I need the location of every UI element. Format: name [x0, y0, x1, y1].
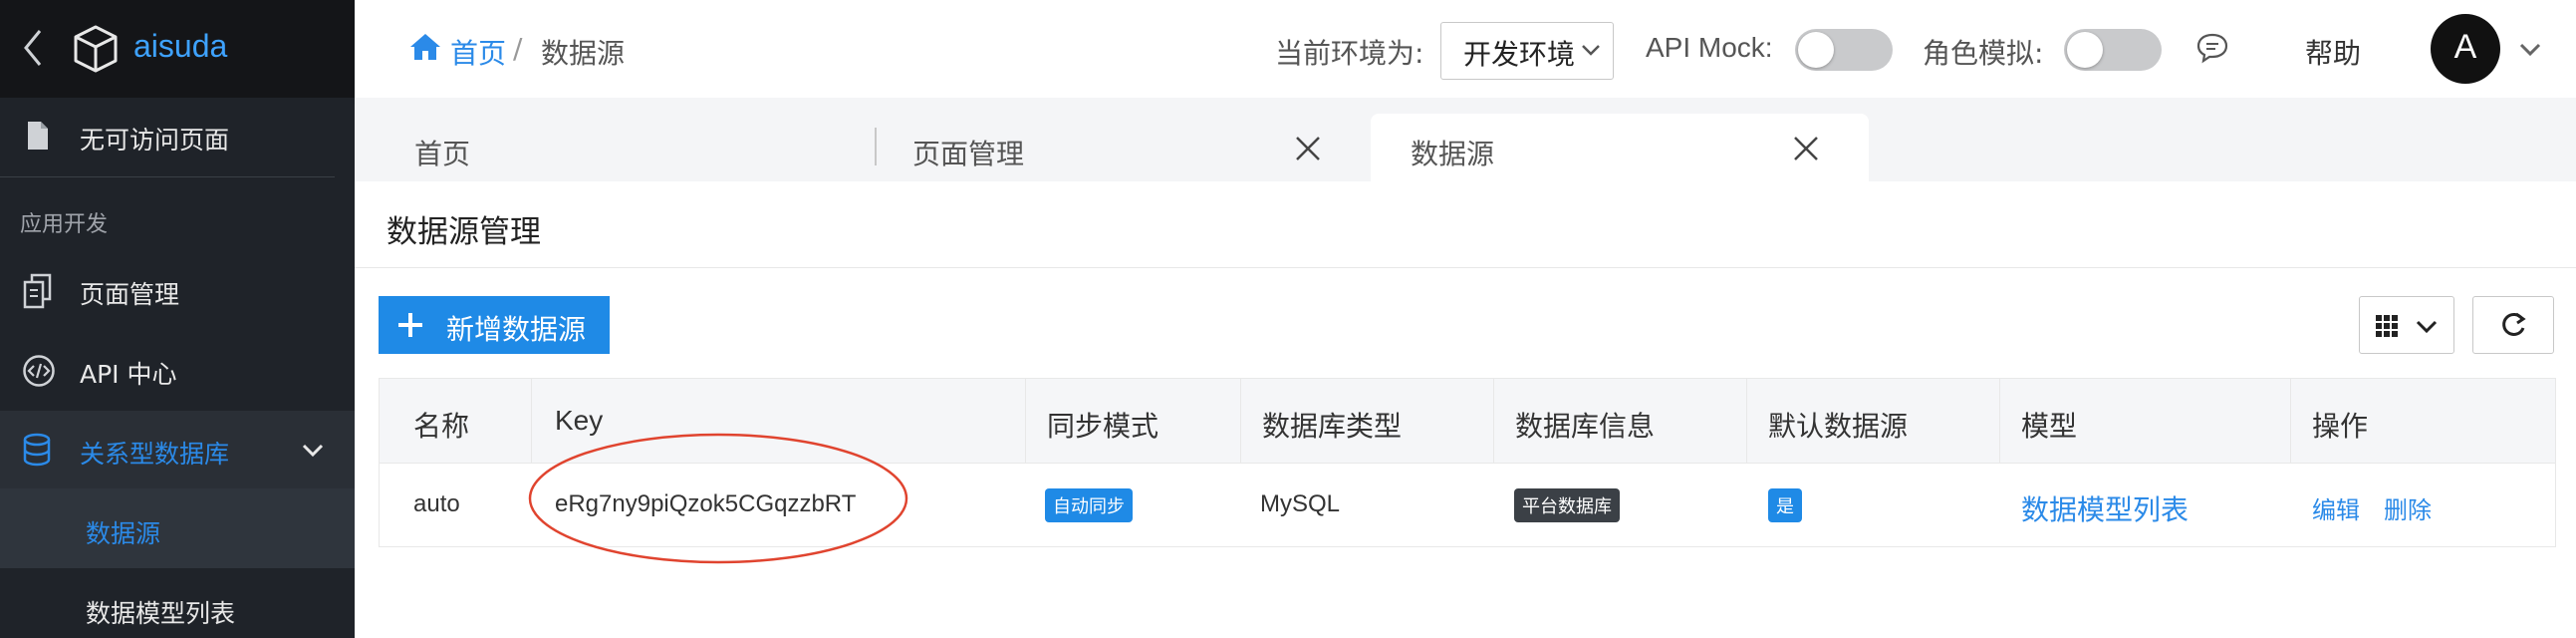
- sidebar-divider: [0, 176, 335, 177]
- avatar[interactable]: A: [2431, 14, 2500, 84]
- sidebar-item-relational-db[interactable]: 关系型数据库: [80, 435, 229, 471]
- col-divider: [1746, 379, 1747, 463]
- sidebar-item-api-center[interactable]: API 中心: [80, 355, 177, 391]
- database-icon: [22, 433, 52, 471]
- close-icon[interactable]: [1295, 136, 1321, 165]
- env-select[interactable]: 开发环境: [1440, 22, 1614, 80]
- help-link[interactable]: 帮助: [2305, 32, 2361, 72]
- breadcrumb-current: 数据源: [541, 37, 626, 70]
- breadcrumb-home[interactable]: 首页: [450, 32, 506, 72]
- sidebar-item-no-access[interactable]: 无可访问页面: [80, 121, 229, 157]
- sidebar-subitem-datasource[interactable]: 数据源: [86, 514, 160, 550]
- col-divider: [1493, 379, 1494, 463]
- api-mock-label: API Mock:: [1646, 32, 1773, 63]
- back-icon[interactable]: [22, 28, 44, 72]
- refresh-button[interactable]: [2472, 296, 2554, 354]
- db-info-badge: 平台数据库: [1514, 488, 1620, 522]
- data-model-list-link[interactable]: 数据模型列表: [2021, 488, 2189, 528]
- file-icon: [26, 120, 50, 156]
- tab-page-management[interactable]: 页面管理: [912, 133, 1024, 172]
- tab-datasource[interactable]: 数据源: [1411, 133, 1494, 172]
- close-icon[interactable]: [1793, 136, 1819, 165]
- grid-icon: [2376, 315, 2398, 341]
- col-header-db-info: 数据库信息: [1515, 410, 1656, 443]
- col-divider: [1025, 379, 1026, 463]
- edit-link[interactable]: 编辑: [2312, 490, 2360, 525]
- add-datasource-button[interactable]: 新增数据源: [379, 296, 610, 354]
- env-label: 当前环境为:: [1275, 37, 1424, 70]
- delete-link[interactable]: 删除: [2384, 490, 2432, 525]
- col-header-db-type: 数据库类型: [1262, 410, 1403, 443]
- col-divider: [2290, 379, 2291, 463]
- brand-name: aisuda: [133, 28, 228, 64]
- role-sim-label: 角色模拟:: [1923, 37, 2044, 70]
- pages-icon: [22, 273, 54, 313]
- plus-icon: [396, 311, 424, 343]
- cell-db-type: MySQL: [1260, 490, 1341, 517]
- sidebar-subitem-datasource-bg: [0, 488, 355, 568]
- toggle-knob: [2067, 32, 2103, 68]
- title-divider: [355, 267, 2576, 268]
- col-divider: [1240, 379, 1241, 463]
- col-header-name: 名称: [413, 410, 470, 443]
- col-header-sync-mode: 同步模式: [1047, 410, 1159, 443]
- home-icon[interactable]: [408, 32, 442, 66]
- tab-divider: [875, 128, 877, 165]
- avatar-letter: A: [2453, 28, 2477, 66]
- col-header-model: 模型: [2021, 410, 2078, 443]
- breadcrumb-separator: /: [513, 32, 523, 65]
- role-sim-toggle[interactable]: [2064, 29, 2162, 71]
- sidebar-subitem-data-model-list[interactable]: 数据模型列表: [86, 594, 235, 630]
- chevron-down-icon[interactable]: [301, 443, 325, 463]
- tab-home[interactable]: 首页: [414, 133, 470, 172]
- sidebar-section-label: 应用开发: [20, 212, 109, 237]
- sidebar-item-page-management[interactable]: 页面管理: [80, 275, 179, 311]
- env-select-value: 开发环境: [1463, 38, 1576, 71]
- api-mock-toggle[interactable]: [1795, 29, 1893, 71]
- annotation-ellipse: [528, 433, 908, 564]
- col-header-actions: 操作: [2312, 410, 2369, 443]
- message-icon[interactable]: [2195, 32, 2229, 68]
- refresh-icon: [2499, 311, 2527, 343]
- cube-logo-icon: [72, 24, 120, 78]
- sync-mode-badge: 自动同步: [1045, 488, 1133, 522]
- add-datasource-label: 新增数据源: [446, 313, 587, 346]
- col-header-default: 默认数据源: [1768, 410, 1909, 443]
- col-divider: [1999, 379, 2000, 463]
- page-title: 数据源管理: [386, 214, 541, 250]
- cell-name: auto: [413, 490, 460, 517]
- toggle-knob: [1798, 32, 1834, 68]
- column-toggle-button[interactable]: [2359, 296, 2454, 354]
- chevron-down-icon: [1581, 43, 1601, 62]
- chevron-down-icon: [2416, 319, 2438, 338]
- chevron-down-icon[interactable]: [2518, 42, 2542, 62]
- code-icon: [22, 354, 56, 392]
- default-badge: 是: [1768, 488, 1802, 522]
